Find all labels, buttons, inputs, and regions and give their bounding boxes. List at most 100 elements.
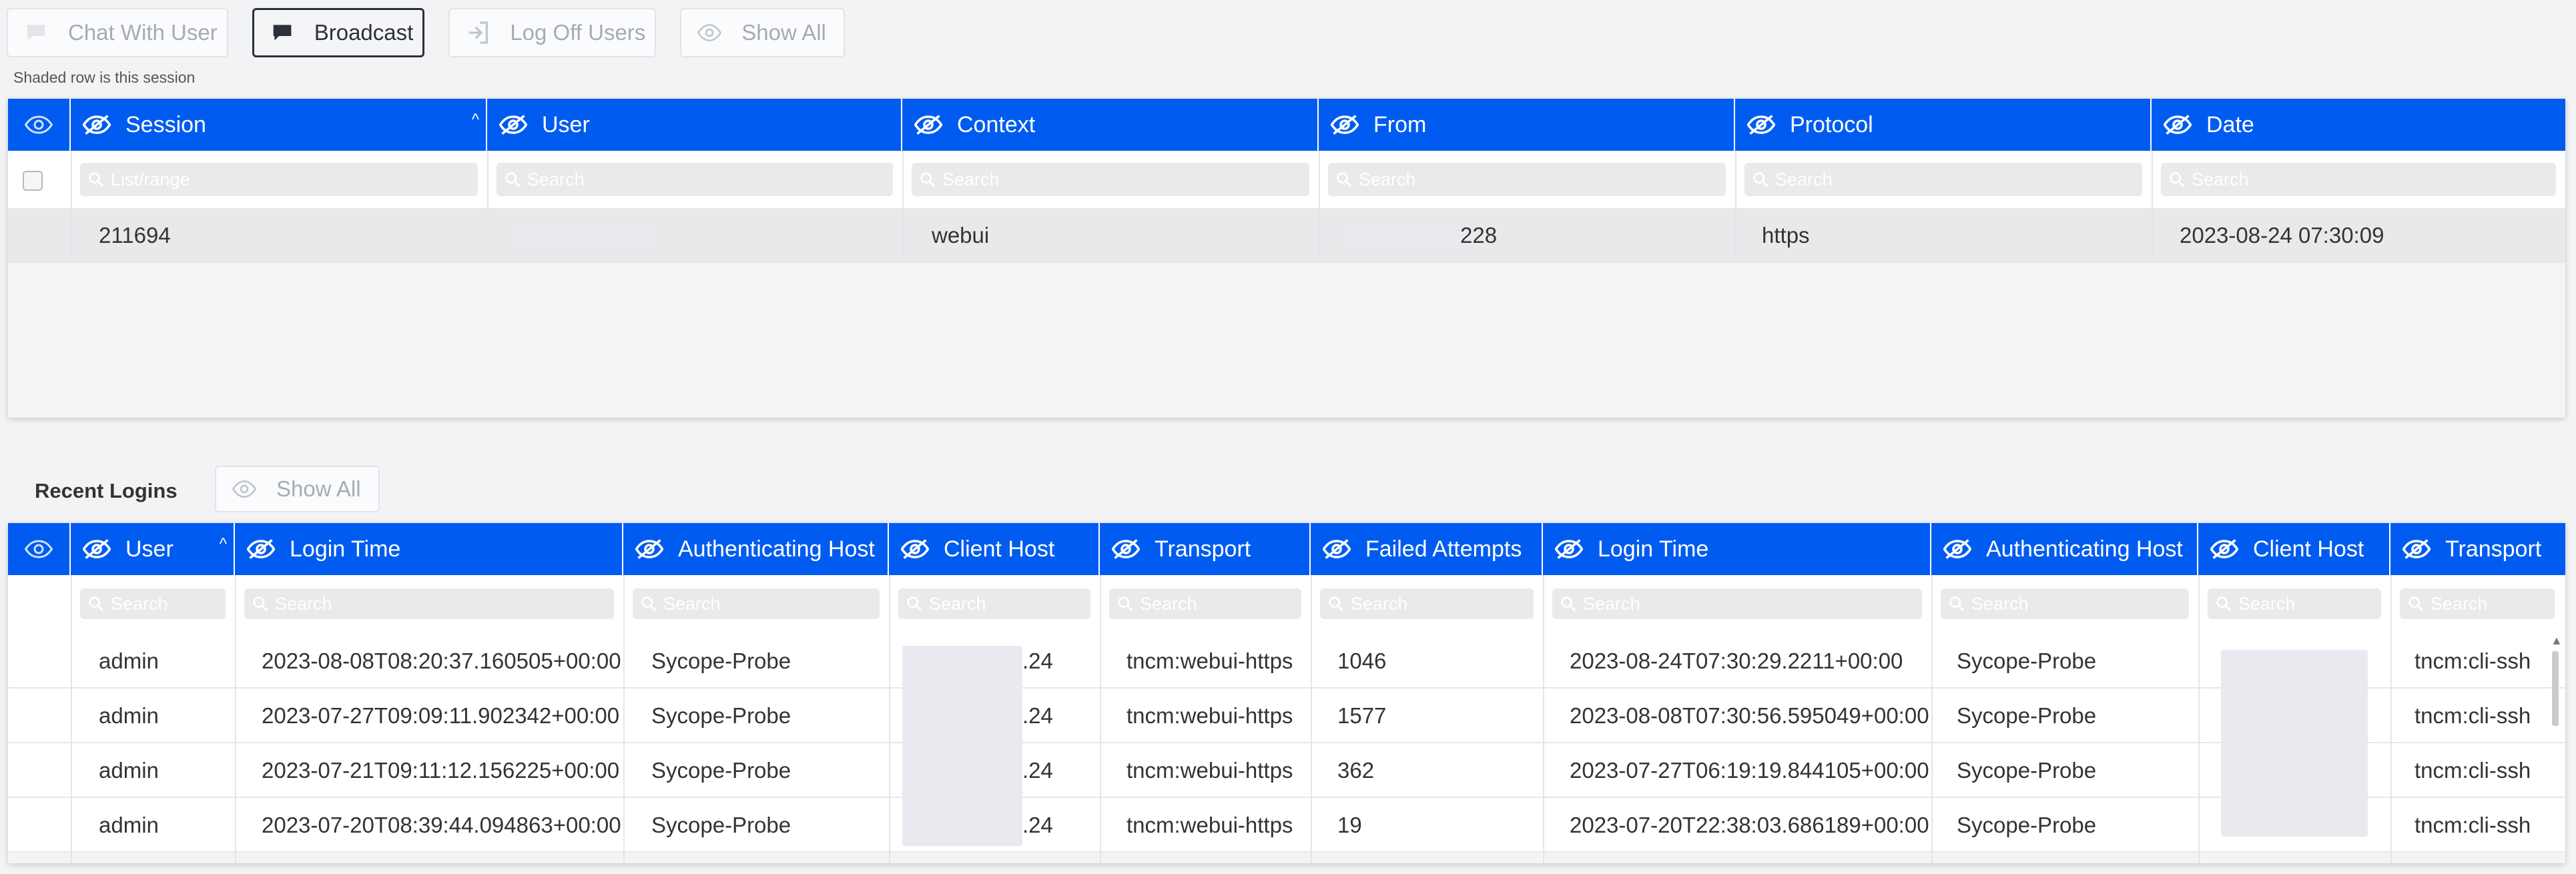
login-row[interactable]: admin 2023-07-27T09:09:11.902342+00:00 S…	[8, 689, 2565, 743]
column-divider	[1543, 575, 1544, 863]
eye-icon	[232, 480, 257, 498]
column-header-authenticating-host[interactable]: Authenticating Host	[623, 523, 889, 575]
client-host: .24	[1022, 703, 1053, 728]
search-icon	[505, 172, 521, 187]
search-icon	[920, 172, 936, 187]
show-all-button[interactable]: Show All	[680, 8, 845, 57]
login-row[interactable]: admin 2023-08-08T08:20:37.160505+00:00 S…	[8, 634, 2565, 689]
login-time-filter-input[interactable]: Search	[244, 588, 614, 619]
column-divider	[71, 575, 72, 863]
login-row[interactable]: admin 2023-07-20T08:39:44.094863+00:00 S…	[8, 798, 2565, 853]
filter-placeholder: Search	[2431, 593, 2488, 614]
eye-off-icon	[2402, 539, 2431, 559]
client-host-2-filter-input[interactable]: Search	[2208, 588, 2381, 619]
scroll-up-arrow[interactable]: ▲	[2551, 634, 2563, 648]
login-time-2: 2023-08-24T07:30:29.2211+00:00	[1570, 648, 1903, 673]
eye-icon	[25, 115, 53, 134]
column-header-context[interactable]: Context	[902, 99, 1319, 151]
authenticating-host-2-filter-input[interactable]: Search	[1941, 588, 2189, 619]
transport-filter-input[interactable]: Search	[1109, 588, 1301, 619]
eye-off-icon	[2164, 115, 2192, 135]
column-header-client-host-2[interactable]: Client Host	[2198, 523, 2390, 575]
column-header-label: User	[542, 111, 590, 137]
recent-show-all-button[interactable]: Show All	[215, 466, 380, 512]
login-time-2: 2023-07-20T22:38:03.686189+00:00	[1570, 813, 1929, 837]
login-row[interactable]: admin 2023-07-21T09:11:12.156225+00:00 S…	[8, 743, 2565, 798]
column-header-login-time[interactable]: Login Time	[235, 523, 623, 575]
filter-placeholder: Search	[1583, 593, 1640, 614]
session-filter-input[interactable]: List/range	[80, 163, 478, 196]
transport-2: tncm:cli-ssh	[2414, 703, 2531, 728]
chat-bubble-icon	[273, 25, 292, 41]
sort-ascending-icon[interactable]: ^	[220, 535, 227, 554]
protocol-filter-input[interactable]: Search	[1744, 163, 2142, 196]
column-header-user[interactable]: User	[487, 99, 902, 151]
column-header-transport-2[interactable]: Transport	[2390, 523, 2565, 575]
failed-attempts-filter-input[interactable]: Search	[1320, 588, 1534, 619]
column-header-from[interactable]: From	[1319, 99, 1735, 151]
authenticating-host-filter-input[interactable]: Search	[633, 588, 880, 619]
column-header-label: Authenticating Host	[1986, 536, 2183, 562]
column-divider	[235, 575, 236, 863]
redacted-client-host-2	[2221, 650, 2368, 837]
column-divider	[1931, 575, 1933, 863]
recent-logins-title: Recent Logins	[35, 479, 178, 502]
column-header-label: Login Time	[1598, 536, 1709, 562]
filter-placeholder: Search	[1971, 593, 2029, 614]
eye-off-icon	[247, 539, 275, 559]
search-icon	[253, 596, 268, 612]
failed-attempts: 1046	[1337, 648, 1387, 673]
date-filter-input[interactable]: Search	[2161, 163, 2556, 196]
search-icon	[89, 172, 104, 187]
column-header-date[interactable]: Date	[2152, 99, 2565, 151]
column-header-client-host[interactable]: Client Host	[889, 523, 1100, 575]
redacted-user	[515, 226, 655, 248]
broadcast-label: Broadcast	[314, 20, 414, 45]
vertical-scrollbar[interactable]	[2552, 651, 2559, 726]
column-header-authenticating-host-2[interactable]: Authenticating Host	[1931, 523, 2198, 575]
client-host: .24	[1022, 758, 1053, 783]
column-divider	[902, 151, 904, 262]
search-icon	[2216, 596, 2232, 612]
transport-2: tncm:cli-ssh	[2414, 648, 2531, 673]
column-header-login-time-2[interactable]: Login Time	[1543, 523, 1931, 575]
column-header-session[interactable]: Session ^	[71, 99, 487, 151]
transport-2: tncm:cli-ssh	[2414, 758, 2531, 783]
session-row[interactable]: 211694 webui 228 https 2023-08-24 07:30:…	[8, 208, 2565, 263]
broadcast-button[interactable]: Broadcast	[252, 8, 425, 57]
column-header-user[interactable]: User ^	[71, 523, 235, 575]
column-header-label: Transport	[1155, 536, 1251, 562]
shaded-row-note: Shaded row is this session	[13, 69, 196, 86]
login-time: 2023-07-27T09:09:11.902342+00:00	[262, 703, 620, 728]
user-filter-input[interactable]: Search	[80, 588, 226, 619]
log-in-icon	[468, 21, 489, 44]
select-all-checkbox[interactable]	[23, 171, 43, 191]
chat-bubble-icon	[27, 25, 45, 41]
login-time: 2023-07-20T08:39:44.094863+00:00	[262, 813, 621, 837]
column-header-protocol[interactable]: Protocol	[1735, 99, 2152, 151]
transport: tncm:webui-https	[1126, 758, 1293, 783]
column-visibility-toggle[interactable]	[8, 99, 71, 151]
column-divider	[2390, 575, 2392, 863]
search-icon	[89, 596, 104, 612]
login-time-2-filter-input[interactable]: Search	[1552, 588, 1922, 619]
transport-2-filter-input[interactable]: Search	[2400, 588, 2555, 619]
column-divider	[1100, 575, 1101, 863]
log-off-users-button[interactable]: Log Off Users	[448, 8, 657, 57]
filter-placeholder: Search	[275, 593, 332, 614]
column-divider	[2198, 575, 2200, 863]
authenticating-host: Sycope-Probe	[651, 703, 791, 728]
login-time: 2023-08-08T08:20:37.160505+00:00	[262, 648, 621, 673]
user-filter-input[interactable]: Search	[497, 163, 893, 196]
chat-with-user-button[interactable]: Chat With User	[7, 8, 228, 57]
search-icon	[1337, 172, 1352, 187]
column-header-failed-attempts[interactable]: Failed Attempts	[1311, 523, 1543, 575]
sort-ascending-icon[interactable]: ^	[472, 111, 479, 129]
column-header-transport[interactable]: Transport	[1100, 523, 1311, 575]
login-time: 2023-07-21T09:11:12.156225+00:00	[262, 758, 620, 783]
filter-placeholder: List/range	[111, 169, 190, 189]
client-host-filter-input[interactable]: Search	[898, 588, 1090, 619]
context-filter-input[interactable]: Search	[912, 163, 1309, 196]
column-visibility-toggle[interactable]	[8, 523, 71, 575]
from-filter-input[interactable]: Search	[1328, 163, 1726, 196]
